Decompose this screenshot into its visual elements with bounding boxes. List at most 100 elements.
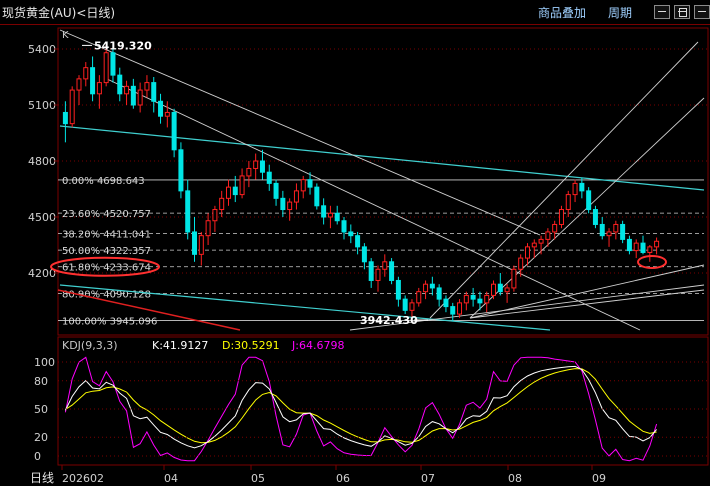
- candle-body: [96, 82, 102, 95]
- x-tick-label: 09: [592, 472, 606, 485]
- kdj-y-tick-label: 50: [34, 403, 48, 416]
- kdj-y-tick-label: 100: [34, 356, 55, 369]
- candle-body: [287, 201, 293, 211]
- candle-body: [212, 209, 218, 222]
- candle-body: [192, 231, 198, 255]
- fib-label: 61.80% 4233.674: [62, 263, 151, 274]
- candle-body: [389, 261, 395, 281]
- candle-body: [511, 268, 517, 289]
- fib-label: 100.00% 3945.096: [62, 317, 157, 328]
- candle-body: [579, 182, 585, 192]
- candle-body: [524, 246, 530, 259]
- candle-body: [640, 242, 646, 253]
- fib-label: 23.60% 4520.757: [62, 209, 151, 220]
- candle-body: [436, 287, 442, 300]
- fib-label: 50.00% 4322.357: [62, 246, 151, 257]
- candle-body: [171, 111, 177, 151]
- candle-body: [219, 197, 225, 211]
- trendline: [469, 289, 705, 319]
- fib-label: 80.90% 4090.128: [62, 290, 151, 301]
- candle-body: [558, 209, 564, 225]
- candle-body: [531, 242, 537, 248]
- candle-body: [273, 182, 279, 199]
- kdj-k-value: K:41.9127: [152, 339, 208, 352]
- candle-body: [178, 149, 184, 192]
- trendline: [59, 29, 541, 236]
- candle-body: [457, 302, 463, 315]
- candle-body: [416, 291, 422, 304]
- x-tick-label: 08: [508, 472, 522, 485]
- candle-body: [232, 186, 238, 196]
- overlay-products-button[interactable]: 商品叠加: [538, 4, 586, 21]
- kdj-y-tick-label: 0: [34, 450, 41, 463]
- chart-area[interactable]: K 54005100480045004200 0.00% 4698.64323.…: [0, 24, 710, 485]
- kdj-panel-frame: [57, 336, 709, 466]
- main-panel-frame: [57, 27, 709, 336]
- y-tick-label: 4500: [28, 211, 56, 224]
- minimize-icon[interactable]: [654, 5, 670, 19]
- candle-body: [484, 294, 490, 304]
- period-button[interactable]: 周期: [608, 4, 632, 21]
- candle-body: [266, 171, 272, 184]
- candle-body: [110, 52, 116, 76]
- candle-body: [586, 190, 592, 211]
- candle-body: [423, 283, 429, 293]
- candle-body: [654, 240, 660, 248]
- candle-body: [633, 242, 639, 252]
- candle-body: [259, 160, 265, 173]
- candle-body: [198, 235, 204, 255]
- candle-body: [518, 257, 524, 270]
- candle-body: [545, 231, 551, 240]
- candle-body: [137, 89, 143, 106]
- candle-body: [158, 100, 164, 117]
- candle-body: [300, 179, 306, 192]
- x-tick-label: 202602: [62, 472, 104, 485]
- candle-body: [402, 298, 408, 311]
- window-title: 现货黄金(AU)<日线): [2, 6, 116, 20]
- candle-body: [450, 306, 456, 315]
- low-marker-label: 3942.430: [360, 314, 418, 327]
- candle-body: [246, 167, 252, 177]
- x-tick-label: 05: [251, 472, 265, 485]
- candle-body: [327, 212, 333, 218]
- candle-body: [130, 85, 136, 106]
- high-marker-label: 5419.320: [94, 39, 152, 52]
- kdj-y-tick-label: 80: [34, 375, 48, 388]
- maximize-icon[interactable]: [674, 5, 690, 19]
- candle-body: [164, 111, 170, 117]
- candle-body: [124, 85, 130, 95]
- candlesticks: [62, 45, 660, 322]
- candle-body: [62, 111, 68, 125]
- candle-body: [504, 287, 510, 293]
- candle-body: [293, 190, 299, 203]
- candle-body: [69, 89, 75, 125]
- candle-body: [395, 279, 401, 300]
- candle-body: [225, 186, 231, 199]
- period-label-text: 日线: [30, 471, 55, 485]
- title-bar: 现货黄金(AU)<日线) 商品叠加 周期: [0, 0, 710, 25]
- candle-body: [117, 74, 123, 95]
- candle-body: [103, 52, 109, 84]
- candle-body: [361, 246, 367, 263]
- candle-body: [606, 231, 612, 237]
- candle-body: [253, 160, 259, 169]
- fib-label: 0.00% 4698.643: [62, 176, 145, 187]
- candle-body: [334, 212, 340, 222]
- candle-body: [314, 186, 320, 207]
- candle-body: [409, 302, 415, 311]
- kdj-header: KDJ(9,3,3): [62, 339, 118, 352]
- candle-body: [477, 298, 483, 304]
- candle-body: [144, 82, 150, 91]
- candle-body: [538, 238, 544, 244]
- x-axis-ticks: 202602 04 05 06 07 08 09: [61, 465, 606, 485]
- candle-body: [626, 238, 632, 252]
- candle-body: [620, 223, 626, 240]
- candle-body: [368, 261, 374, 281]
- y-tick-label: 5100: [28, 99, 56, 112]
- candle-body: [599, 223, 605, 237]
- candle-body: [307, 179, 313, 188]
- candle-body: [647, 246, 653, 253]
- period-label: 日线: [0, 467, 58, 485]
- close-icon[interactable]: [694, 5, 710, 19]
- candle-body: [151, 82, 157, 102]
